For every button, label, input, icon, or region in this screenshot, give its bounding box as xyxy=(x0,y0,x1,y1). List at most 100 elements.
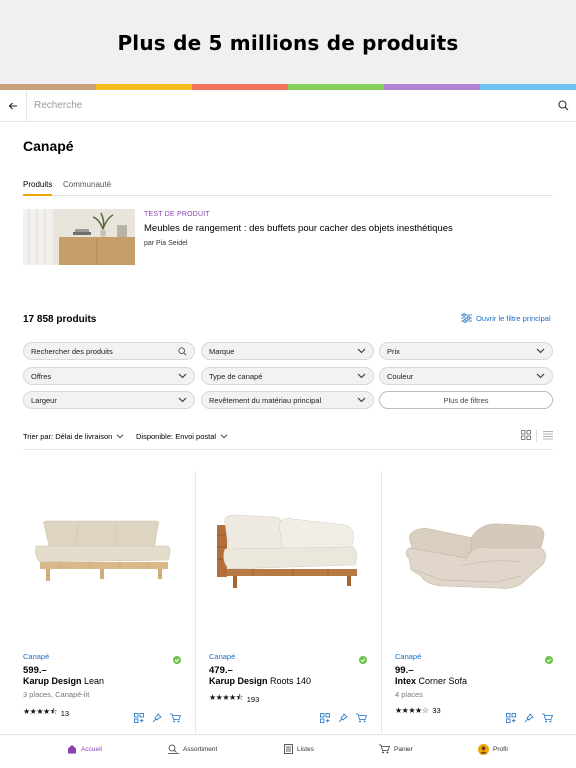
list-view-icon[interactable] xyxy=(543,430,553,440)
nav-assortiment[interactable]: Assortiment xyxy=(168,744,217,754)
availability-dropdown[interactable]: Disponible: Envoi postal xyxy=(136,432,228,441)
add-to-cart-icon[interactable] xyxy=(356,713,367,723)
chevron-down-icon xyxy=(117,434,124,439)
sliders-icon xyxy=(461,313,472,323)
product-model: Roots 140 xyxy=(267,676,312,686)
add-to-cart-icon[interactable] xyxy=(170,713,181,723)
nav-listes[interactable]: Listes xyxy=(284,744,314,754)
product-card[interactable]: Canapé 99.– Intex Corner Sofa 4 places ★… xyxy=(395,471,553,733)
product-actions xyxy=(134,713,181,723)
sort-dropdown[interactable]: Trier par: Délai de livraison xyxy=(23,432,124,441)
product-image[interactable] xyxy=(23,481,181,631)
filter-type-canape[interactable]: Type de canapé xyxy=(201,367,374,385)
product-card[interactable]: Canapé 479.– Karup Design Roots 140 ★★★★… xyxy=(209,471,367,733)
list-icon xyxy=(284,744,293,754)
product-name[interactable]: Karup Design Roots 140 xyxy=(209,676,311,686)
add-to-cart-icon[interactable] xyxy=(542,713,553,723)
promo-banner: Plus de 5 millions de produits xyxy=(0,0,576,86)
product-category[interactable]: Canapé xyxy=(395,652,421,661)
article-teaser[interactable]: TEST DE PRODUIT Meubles de rangement : d… xyxy=(23,209,543,265)
product-price: 479.– xyxy=(209,665,233,676)
tab-produits[interactable]: Produits xyxy=(23,180,53,196)
grid-view-icon[interactable] xyxy=(521,430,531,440)
nav-label: Accueil xyxy=(81,745,102,753)
chevron-down-icon xyxy=(357,348,366,354)
availability-check-icon xyxy=(545,651,553,669)
product-description: 3 places, Canapé-lit xyxy=(23,690,90,699)
search-input[interactable]: Recherche xyxy=(27,100,550,111)
filter-type-label: Type de canapé xyxy=(209,371,263,381)
product-model: Lean xyxy=(81,676,105,686)
filter-revetement[interactable]: Revêtement du matériau principal xyxy=(201,391,374,409)
nav-panier[interactable]: Panier xyxy=(379,744,413,754)
chevron-down-icon xyxy=(357,397,366,403)
cart-icon xyxy=(379,744,390,754)
product-brand: Intex xyxy=(395,676,417,686)
profile-avatar-icon xyxy=(478,744,489,755)
product-description: 4 places xyxy=(395,690,423,699)
divider xyxy=(536,430,537,442)
nav-label: Listes xyxy=(297,745,314,753)
compare-icon[interactable] xyxy=(320,713,330,723)
review-count: 13 xyxy=(60,708,70,718)
chevron-down-icon xyxy=(536,348,545,354)
filter-couleur[interactable]: Couleur xyxy=(379,367,553,385)
product-price: 599.– xyxy=(23,665,47,676)
product-search-field[interactable]: Rechercher des produits xyxy=(23,342,195,360)
filter-marque-label: Marque xyxy=(209,346,235,356)
filter-prix-label: Prix xyxy=(387,346,400,356)
availability-check-icon xyxy=(173,651,181,669)
nav-accueil[interactable]: Accueil xyxy=(67,744,102,754)
article-title[interactable]: Meubles de rangement : des buffets pour … xyxy=(144,223,453,234)
product-price: 99.– xyxy=(395,665,414,676)
search-icon[interactable] xyxy=(550,90,576,122)
product-category[interactable]: Canapé xyxy=(209,652,235,661)
home-icon xyxy=(68,745,76,754)
filter-marque[interactable]: Marque xyxy=(201,342,374,360)
promo-headline: Plus de 5 millions de produits xyxy=(117,31,459,55)
search-bar: Recherche xyxy=(0,89,576,122)
filter-couleur-label: Couleur xyxy=(387,371,414,381)
product-category[interactable]: Canapé xyxy=(23,652,49,661)
product-name[interactable]: Karup Design Lean xyxy=(23,676,104,686)
divider xyxy=(381,471,382,733)
nav-profil[interactable]: Profil xyxy=(478,744,508,755)
sort-label: Trier par: Délai de livraison xyxy=(23,432,113,441)
review-count: 193 xyxy=(246,694,260,704)
pin-icon[interactable] xyxy=(524,713,534,723)
filter-largeur[interactable]: Largeur xyxy=(23,391,195,409)
product-rating[interactable]: ★★★★⯪ 13 xyxy=(23,706,69,720)
chevron-down-icon xyxy=(220,434,228,439)
tab-communaute[interactable]: Communauté xyxy=(63,180,111,196)
chevron-down-icon xyxy=(178,397,187,403)
more-filters-button[interactable]: Plus de filtres xyxy=(379,391,553,409)
arrow-left-icon[interactable] xyxy=(0,90,26,122)
product-image[interactable] xyxy=(209,481,367,631)
product-brand: Karup Design xyxy=(23,676,82,686)
chevron-down-icon xyxy=(357,373,366,379)
results-count: 17 858 produits xyxy=(23,314,97,325)
pin-icon[interactable] xyxy=(152,713,162,723)
product-brand: Karup Design xyxy=(209,676,268,686)
product-rating[interactable]: ★★★★⯪ 193 xyxy=(209,692,259,706)
nav-label: Panier xyxy=(394,745,413,753)
star-rating-icon: ★★★★⯪ xyxy=(23,707,57,716)
pin-icon[interactable] xyxy=(338,713,348,723)
product-image[interactable] xyxy=(395,481,553,631)
compare-icon[interactable] xyxy=(134,713,144,723)
product-actions xyxy=(320,713,367,723)
tab-bar: Produits Communauté xyxy=(23,178,553,196)
filter-offres[interactable]: Offres xyxy=(23,367,195,385)
product-name[interactable]: Intex Corner Sofa xyxy=(395,676,467,686)
filter-largeur-label: Largeur xyxy=(31,395,57,405)
product-card[interactable]: Canapé 599.– Karup Design Lean 3 places,… xyxy=(23,471,181,733)
article-kicker: TEST DE PRODUIT xyxy=(144,211,210,218)
filter-revetement-label: Revêtement du matériau principal xyxy=(209,395,322,405)
article-thumbnail xyxy=(23,209,135,265)
product-rating[interactable]: ★★★★☆ 33 xyxy=(395,706,441,715)
compare-icon[interactable] xyxy=(506,713,516,723)
bottom-navigation: Accueil Assortiment Listes Panier Profil xyxy=(0,734,576,768)
star-rating-icon: ★★★★⯪ xyxy=(209,693,243,702)
filter-prix[interactable]: Prix xyxy=(379,342,553,360)
open-main-filter-link[interactable]: Ouvrir le filtre principal xyxy=(461,313,551,323)
